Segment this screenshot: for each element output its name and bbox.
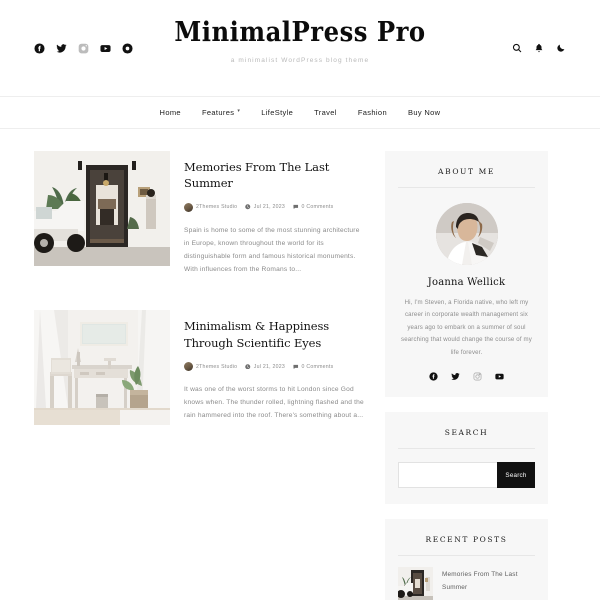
post-featured-image[interactable] xyxy=(34,310,170,426)
site-header: MinimalPress Pro a minimalist WordPress … xyxy=(0,0,600,96)
widget-title: Search xyxy=(398,428,535,450)
search-form: Search xyxy=(398,462,535,489)
post-author[interactable]: 2Themes Studio xyxy=(184,362,238,372)
nav-item-label: Home xyxy=(159,108,181,117)
youtube-icon[interactable] xyxy=(495,372,504,381)
avatar xyxy=(184,202,193,212)
moon-icon[interactable] xyxy=(556,43,566,53)
avatar xyxy=(184,362,193,372)
nav-item-label: Buy Now xyxy=(407,108,441,117)
site-tagline: a minimalist WordPress blog theme xyxy=(230,56,370,64)
nav-item-label: LifeStyle xyxy=(261,108,294,117)
post-comments-text: 0 Comments xyxy=(301,363,334,370)
post-comments[interactable]: 0 Comments xyxy=(293,204,333,210)
post-date-text: Jul 21, 2023 xyxy=(253,363,286,370)
post-date-text: Jul 21, 2023 xyxy=(253,204,286,211)
widget-title: About Me xyxy=(398,167,535,188)
nav-item-label: Features xyxy=(201,108,235,117)
post-author-name: 2Themes Studio xyxy=(196,363,238,370)
about-social-links xyxy=(398,372,535,382)
comment-icon xyxy=(293,205,299,210)
post-list: Memories From The Last Summer 2Themes St… xyxy=(34,151,367,600)
nav-item-features[interactable]: Features ▾ xyxy=(202,108,240,117)
widget-title: Recent Posts xyxy=(398,535,535,557)
villa-car-thumb xyxy=(398,567,433,600)
post-meta: 2Themes Studio Jul 21, 2023 0 Comments xyxy=(184,202,367,212)
post-author[interactable]: 2Themes Studio xyxy=(184,202,238,212)
pinterest-icon[interactable] xyxy=(122,42,133,54)
youtube-icon[interactable] xyxy=(100,43,111,54)
post-item: Minimalism & Happiness Through Scientifi… xyxy=(34,310,367,426)
bell-icon[interactable] xyxy=(534,43,544,53)
search-button[interactable]: Search xyxy=(497,462,535,489)
content-wrapper: Memories From The Last Summer 2Themes St… xyxy=(0,129,600,600)
about-name: Joanna Wellick xyxy=(427,277,506,288)
header-social-links xyxy=(34,42,133,54)
recent-post-title: Memories From The Last Summer xyxy=(442,571,518,591)
post-excerpt: Spain is home to some of the most stunni… xyxy=(184,226,360,274)
nav-item-lifestyle[interactable]: LifeStyle xyxy=(261,108,293,117)
facebook-icon[interactable] xyxy=(429,372,438,382)
about-avatar xyxy=(435,203,498,265)
widget-recent-posts: Recent Posts xyxy=(385,519,548,600)
post-content: Memories From The Last Summer 2Themes St… xyxy=(184,151,367,276)
nav-item-label: Fashion xyxy=(357,108,387,117)
nav-item-home[interactable]: Home xyxy=(160,108,181,117)
post-content: Minimalism & Happiness Through Scientifi… xyxy=(184,310,367,425)
twitter-icon[interactable] xyxy=(451,372,460,381)
post-item: Memories From The Last Summer 2Themes St… xyxy=(34,151,367,276)
clock-icon xyxy=(245,364,251,370)
instagram-icon[interactable] xyxy=(78,43,89,54)
post-featured-image[interactable] xyxy=(34,151,170,266)
recent-post-thumbnail xyxy=(398,567,433,600)
primary-navigation: Home Features ▾ LifeStyle Travel Fashion… xyxy=(0,96,600,129)
list-item[interactable]: Memories From The Last Summer xyxy=(398,556,535,600)
post-title[interactable]: Memories From The Last Summer xyxy=(184,159,367,192)
facebook-icon[interactable] xyxy=(34,42,45,54)
search-icon[interactable] xyxy=(512,43,522,53)
post-date: Jul 21, 2023 xyxy=(245,204,285,210)
nav-item-travel[interactable]: Travel xyxy=(314,108,337,117)
chevron-down-icon: ▾ xyxy=(237,108,241,114)
clock-icon xyxy=(245,204,251,210)
widget-search: Search Search xyxy=(385,412,548,505)
post-author-name: 2Themes Studio xyxy=(196,204,238,211)
post-comments[interactable]: 0 Comments xyxy=(293,364,333,370)
nav-item-buy-now[interactable]: Buy Now xyxy=(408,108,440,117)
sidebar: About Me xyxy=(385,151,548,600)
nav-item-label: Travel xyxy=(314,108,337,117)
about-bio: Hi, I'm Steven, a Florida native, who le… xyxy=(401,299,532,356)
comment-icon xyxy=(293,364,299,369)
instagram-icon[interactable] xyxy=(473,372,482,381)
widget-about-me: About Me xyxy=(385,151,548,398)
nav-item-fashion[interactable]: Fashion xyxy=(358,108,387,117)
header-actions xyxy=(512,43,566,53)
post-comments-text: 0 Comments xyxy=(301,204,334,211)
post-date: Jul 21, 2023 xyxy=(245,364,285,370)
minimal-interior-photo xyxy=(34,310,170,426)
villa-car-photo xyxy=(34,151,170,266)
page-root: MinimalPress Pro a minimalist WordPress … xyxy=(0,0,600,600)
portrait-photo xyxy=(435,203,498,265)
twitter-icon[interactable] xyxy=(56,43,67,54)
search-input[interactable] xyxy=(398,462,497,489)
post-excerpt: It was one of the worst storms to hit Lo… xyxy=(184,386,364,420)
post-meta: 2Themes Studio Jul 21, 2023 0 Comments xyxy=(184,362,367,372)
site-branding: MinimalPress Pro a minimalist WordPress … xyxy=(0,18,600,64)
post-title[interactable]: Minimalism & Happiness Through Scientifi… xyxy=(184,318,367,351)
